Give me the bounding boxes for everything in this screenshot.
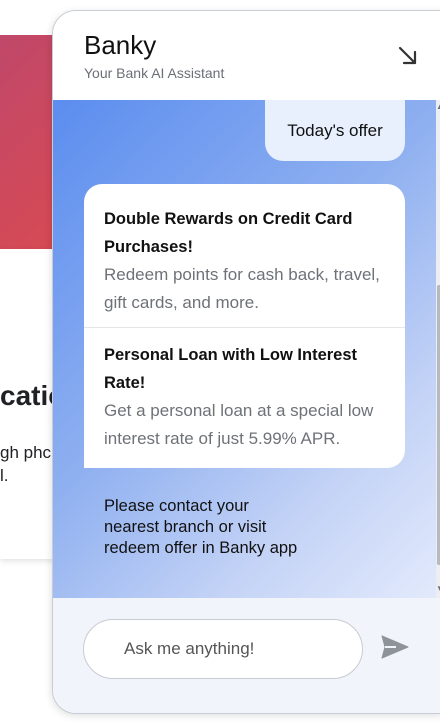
scroll-up-arrow-icon[interactable]: ▲ — [436, 102, 440, 111]
offer-divider — [84, 327, 405, 328]
send-button[interactable] — [379, 631, 411, 663]
chat-input[interactable] — [83, 619, 363, 679]
offer-title: Double Rewards on Credit Card Purchases! — [104, 210, 353, 256]
minimize-button[interactable] — [391, 39, 425, 73]
offer-description: Redeem points for cash back, travel, gif… — [104, 265, 380, 312]
offers-card: Double Rewards on Credit Card Purchases!… — [84, 184, 405, 468]
send-icon — [381, 635, 409, 659]
chat-widget: Banky Your Bank AI Assistant Today's off… — [52, 10, 440, 714]
scroll-down-arrow-icon[interactable]: ▼ — [436, 584, 440, 593]
background-text-line: gh phc — [0, 443, 52, 462]
chat-header: Banky Your Bank AI Assistant — [53, 11, 440, 101]
chat-title: Banky — [84, 30, 157, 60]
offer-item: Double Rewards on Credit Card Purchases!… — [84, 205, 405, 317]
chat-subtitle: Your Bank AI Assistant — [84, 65, 225, 81]
offer-item: Personal Loan with Low Interest Rate! Ge… — [84, 341, 405, 453]
chat-input-area — [53, 598, 440, 713]
chat-messages-area[interactable]: Today's offer Double Rewards on Credit C… — [53, 100, 440, 598]
user-message-bubble: Today's offer — [265, 100, 405, 161]
offer-description: Get a personal loan at a special low int… — [104, 401, 374, 448]
offer-title: Personal Loan with Low Interest Rate! — [104, 346, 358, 392]
background-text-line: l. — [0, 466, 9, 485]
background-text: gh phc l. — [0, 441, 51, 487]
bot-message: Please contact your nearest branch or vi… — [104, 497, 298, 557]
arrow-down-right-icon — [398, 46, 417, 65]
